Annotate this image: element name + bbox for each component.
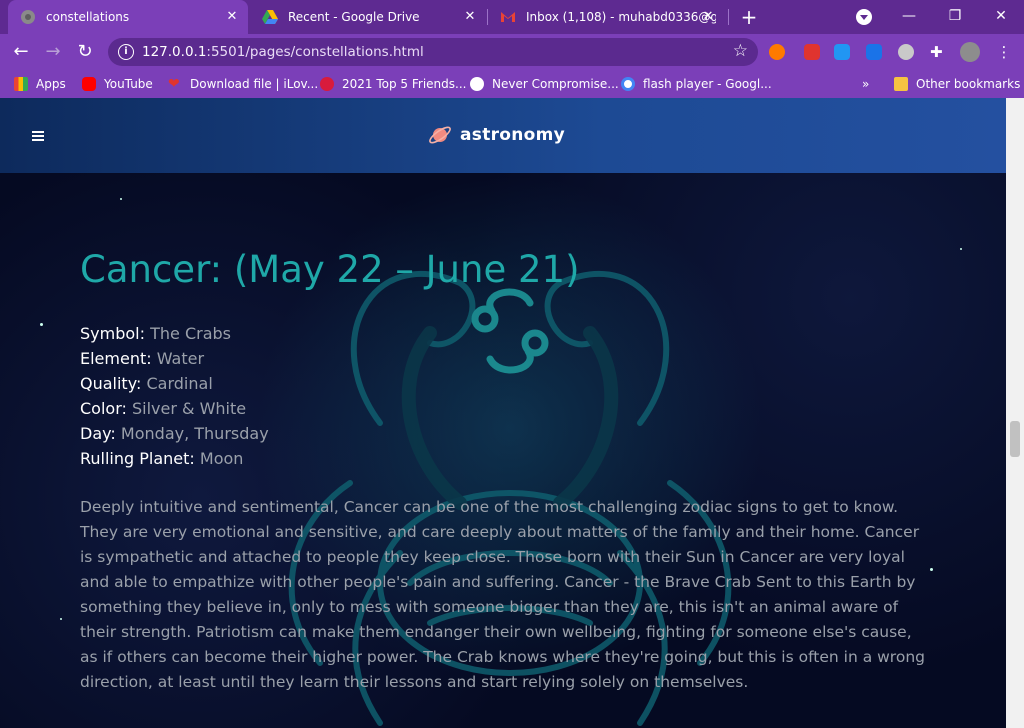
- fact-element: Element: Water: [80, 346, 930, 371]
- bookmark-label: 2021 Top 5 Friends...: [342, 77, 467, 91]
- new-tab-button[interactable]: +: [738, 6, 760, 28]
- site-logo[interactable]: astronomy: [428, 123, 565, 147]
- site-header: astronomy: [0, 98, 1006, 173]
- star-decoration: [40, 323, 43, 326]
- extension-infinity-icon[interactable]: [769, 44, 785, 60]
- fact-color: Color: Silver & White: [80, 396, 930, 421]
- planet-icon: [429, 126, 451, 144]
- bookmark-label: Other bookmarks: [916, 77, 1021, 91]
- bookmark-flash-player[interactable]: flash player - Googl...: [621, 76, 772, 92]
- fact-key: Element:: [80, 349, 152, 368]
- fact-key: Symbol:: [80, 324, 145, 343]
- extension-red-icon[interactable]: [804, 44, 820, 60]
- tab-separator: [728, 9, 729, 25]
- tab-title: constellations: [46, 10, 130, 24]
- close-tab-icon[interactable]: ✕: [462, 9, 478, 25]
- bookmark-apps[interactable]: Apps: [14, 76, 66, 92]
- fact-key: Day:: [80, 424, 116, 443]
- gmail-icon: [500, 9, 516, 25]
- globe-icon: [20, 9, 36, 25]
- tab-constellations[interactable]: constellations ✕: [8, 0, 248, 34]
- menu-kebab-icon[interactable]: ⋮: [996, 44, 1012, 60]
- restore-button[interactable]: ❐: [932, 5, 978, 27]
- fact-ruling-planet: Rulling Planet: Moon: [80, 446, 930, 471]
- url-host: 127.0.0.1: [142, 44, 207, 60]
- bookmark-label: Apps: [36, 77, 66, 91]
- close-tab-icon[interactable]: ✕: [700, 9, 716, 25]
- other-bookmarks-folder[interactable]: Other bookmarks: [894, 76, 1020, 92]
- url-text[interactable]: 127.0.0.1:5501/pages/constellations.html: [142, 44, 424, 60]
- fact-key: Quality:: [80, 374, 142, 393]
- back-button[interactable]: ←: [10, 41, 32, 63]
- hamburger-menu-icon[interactable]: [32, 131, 44, 141]
- sign-content: Cancer: (May 22 – June 21) Symbol: The C…: [80, 248, 930, 695]
- sign-description: Deeply intuitive and sentimental, Cancer…: [80, 498, 925, 691]
- extension-cloud-icon[interactable]: [834, 44, 850, 60]
- minimize-button[interactable]: —: [886, 5, 932, 27]
- bookmark-label: Never Compromise...: [492, 77, 619, 91]
- profile-avatar[interactable]: [960, 42, 980, 62]
- close-tab-icon[interactable]: ✕: [224, 9, 240, 25]
- fact-value: Silver & White: [131, 399, 247, 418]
- url-path: :5501/pages/constellations.html: [206, 44, 424, 60]
- fact-day: Day: Monday, Thursday: [80, 421, 930, 446]
- bookmark-label: YouTube: [104, 77, 153, 91]
- address-bar[interactable]: i 127.0.0.1:5501/pages/constellations.ht…: [108, 38, 758, 66]
- tab-strip: constellations ✕ Recent - Google Drive ✕…: [0, 0, 1024, 34]
- star-decoration: [960, 248, 962, 250]
- extension-screen-icon[interactable]: [866, 44, 882, 60]
- bookmark-label: flash player - Googl...: [643, 77, 772, 91]
- page-viewport: astronomy Cancer: (May 22 – June 21) Sym…: [0, 98, 1006, 728]
- reload-button[interactable]: ↻: [74, 41, 96, 63]
- bookmark-download-file[interactable]: ❤ Download file | iLov...: [168, 76, 318, 92]
- apps-grid-icon: [14, 77, 28, 91]
- extension-globe-icon[interactable]: [898, 44, 914, 60]
- info-icon[interactable]: i: [118, 44, 134, 60]
- star-decoration: [120, 198, 122, 200]
- folder-icon: [894, 77, 908, 91]
- fact-value: Water: [156, 349, 205, 368]
- tab-title: Inbox (1,108) - muhabd0336@gm: [526, 10, 716, 24]
- star-decoration: [60, 618, 62, 620]
- forward-button[interactable]: →: [42, 41, 64, 63]
- page-title: Cancer: (May 22 – June 21): [80, 248, 580, 291]
- page-scrollbar[interactable]: [1006, 98, 1024, 728]
- fact-value: Cardinal: [146, 374, 213, 393]
- google-icon: [621, 77, 635, 91]
- star-decoration: [930, 568, 933, 571]
- bookmark-never-compromise[interactable]: Never Compromise...: [470, 76, 619, 92]
- google-drive-icon: [262, 9, 278, 25]
- fact-value: Monday, Thursday: [120, 424, 269, 443]
- fact-value: Moon: [199, 449, 244, 468]
- browser-toolbar: ← → ↻ i 127.0.0.1:5501/pages/constellati…: [0, 34, 1024, 70]
- cherry-icon: [320, 77, 334, 91]
- tab-google-drive[interactable]: Recent - Google Drive ✕: [250, 0, 486, 34]
- sign-facts: Symbol: The Crabs Element: Water Quality…: [80, 321, 930, 471]
- tab-title: Recent - Google Drive: [288, 10, 420, 24]
- scrollbar-thumb[interactable]: [1010, 421, 1020, 457]
- tab-search-icon[interactable]: [856, 9, 872, 25]
- fact-key: Rulling Planet:: [80, 449, 195, 468]
- bookmark-top-friends[interactable]: 2021 Top 5 Friends...: [320, 76, 466, 92]
- heart-icon: ❤: [168, 76, 180, 92]
- extensions-puzzle-icon[interactable]: ✚: [930, 44, 946, 60]
- more-bookmarks-label: »: [862, 77, 870, 91]
- close-window-button[interactable]: ✕: [978, 5, 1024, 27]
- tab-gmail[interactable]: Inbox (1,108) - muhabd0336@gm ✕: [488, 0, 724, 34]
- more-bookmarks-button[interactable]: »: [862, 76, 869, 92]
- logo-text: astronomy: [460, 125, 566, 145]
- shield-icon: [470, 77, 484, 91]
- bookmark-star-icon[interactable]: ☆: [733, 41, 748, 61]
- bookmark-label: Download file | iLov...: [190, 77, 319, 91]
- fact-quality: Quality: Cardinal: [80, 371, 930, 396]
- youtube-icon: [82, 77, 96, 91]
- fact-key: Color:: [80, 399, 127, 418]
- bookmark-youtube[interactable]: YouTube: [82, 76, 153, 92]
- fact-value: The Crabs: [150, 324, 231, 343]
- bookmarks-bar: Apps YouTube ❤ Download file | iLov... 2…: [0, 70, 1024, 98]
- fact-symbol: Symbol: The Crabs: [80, 321, 930, 346]
